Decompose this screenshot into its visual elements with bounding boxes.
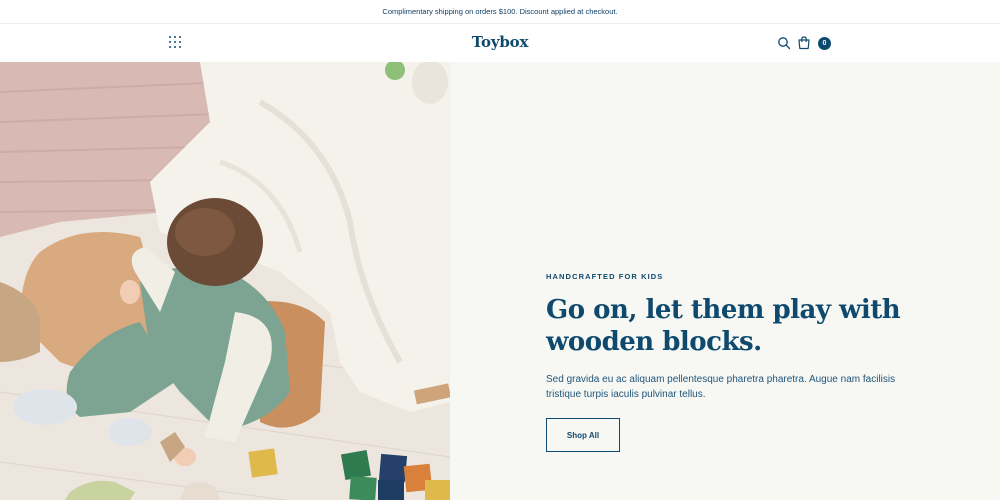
hero-eyebrow: HANDCRAFTED FOR KIDS: [546, 272, 664, 281]
child-playing-photo: [0, 62, 450, 500]
logo-link[interactable]: Toybox: [472, 33, 529, 51]
site-header: Toybox 0: [0, 24, 1000, 62]
announcement-text: Complimentary shipping on orders $100. D…: [382, 7, 618, 16]
hero-image: [0, 62, 450, 500]
site-logo: Toybox: [0, 33, 1000, 51]
grid-menu-icon[interactable]: [168, 35, 184, 51]
hero-content: HANDCRAFTED FOR KIDS Go on, let them pla…: [450, 62, 1000, 500]
search-icon[interactable]: [777, 36, 791, 50]
shop-all-button[interactable]: Shop All: [546, 418, 620, 452]
announcement-bar: Complimentary shipping on orders $100. D…: [0, 0, 1000, 24]
shopping-bag-icon[interactable]: [796, 35, 812, 51]
hero-headline: Go on, let them play with wooden blocks.: [546, 295, 901, 357]
hero-description: Sed gravida eu ac aliquam pellentesque p…: [546, 374, 896, 400]
cart-count-badge[interactable]: 0: [818, 37, 831, 50]
